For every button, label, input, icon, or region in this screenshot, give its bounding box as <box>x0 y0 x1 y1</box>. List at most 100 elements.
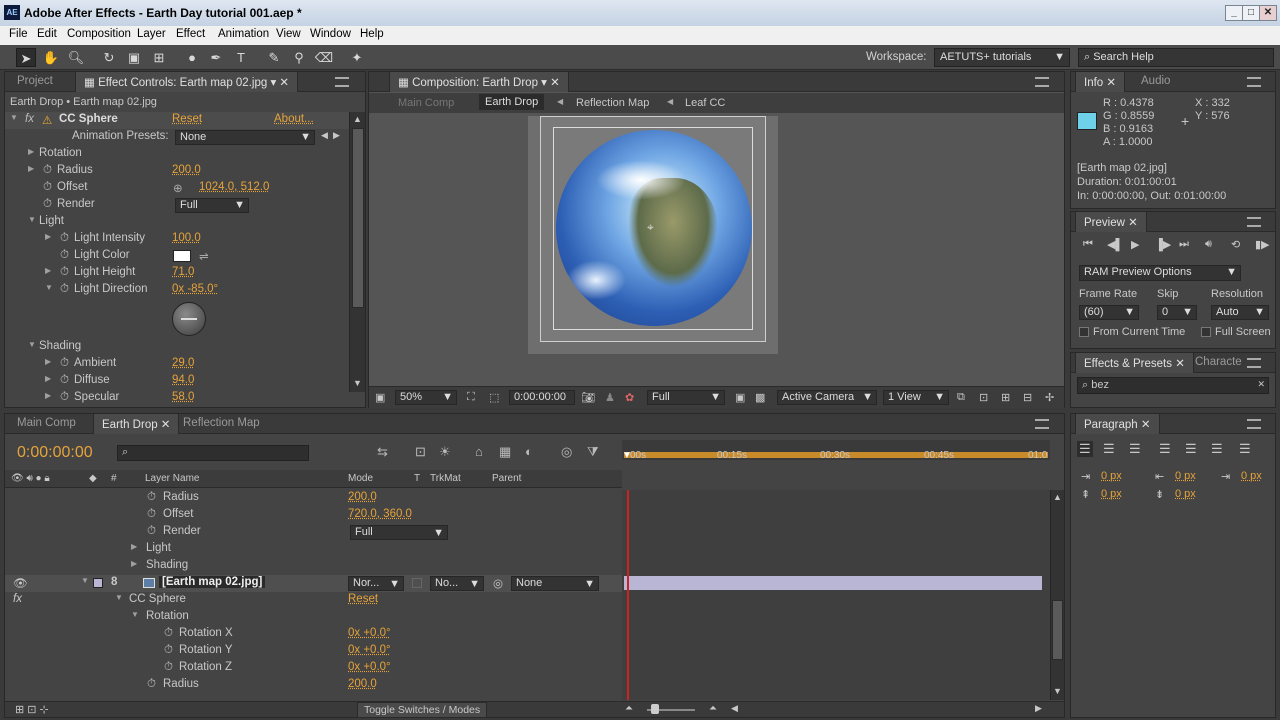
tab-character[interactable]: Characte <box>1195 356 1242 368</box>
layer-mode-select[interactable]: Nor... ▼ <box>348 576 404 591</box>
indent-right-value[interactable]: 0 px <box>1175 470 1196 482</box>
tab-effect-controls[interactable]: ▦ Effect Controls: Earth map 02.jpg ▾ ✕ <box>75 72 299 92</box>
stopwatch-icon[interactable]: ⏱ <box>164 644 173 657</box>
motion-blur-icon[interactable]: ▦ <box>499 444 511 460</box>
clone-tool-icon[interactable]: ⚲ <box>289 48 309 67</box>
minimize-button[interactable]: _ <box>1225 5 1243 21</box>
preset-prev-icon[interactable]: ◀ <box>321 130 328 141</box>
from-current-checkbox[interactable] <box>1079 327 1089 337</box>
menu-composition[interactable]: Composition <box>67 28 131 40</box>
hide-shy-icon[interactable]: ☀ <box>439 444 451 460</box>
stopwatch-icon[interactable]: ⏱ <box>60 249 69 262</box>
animation-presets-select[interactable]: None ▼ <box>175 130 315 145</box>
stopwatch-icon[interactable]: ⏱ <box>43 164 52 177</box>
panel-menu-icon[interactable] <box>1247 419 1261 429</box>
prop-light-height-value[interactable]: 71.0 <box>172 266 194 278</box>
justify-all-icon[interactable]: ☰ <box>1239 441 1251 457</box>
indent-first-value[interactable]: 0 px <box>1241 470 1262 482</box>
clear-search-icon[interactable]: ✕ <box>1257 379 1265 390</box>
light-color-swatch[interactable] <box>173 250 191 262</box>
stopwatch-icon[interactable]: ⏱ <box>164 661 173 674</box>
crumb-main-comp[interactable]: Main Comp <box>398 97 454 109</box>
menu-edit[interactable]: Edit <box>37 28 57 40</box>
frame-blending-icon[interactable]: ⌂ <box>475 444 483 459</box>
fx-icon[interactable]: fx <box>25 113 34 125</box>
tl-rotation-x-value[interactable]: 0x +0.0° <box>348 627 391 639</box>
tl-effect-reset[interactable]: Reset <box>348 593 378 605</box>
panel-menu-icon[interactable] <box>1247 217 1261 227</box>
expand-arrow-icon[interactable]: ▶ <box>131 542 137 551</box>
zoom-out-icon[interactable]: ⏶ <box>625 703 633 714</box>
expand-arrow-icon[interactable]: ▶ <box>45 357 51 366</box>
timeline-timecode[interactable]: 0:00:00:00 <box>17 444 93 462</box>
scroll-up-icon[interactable]: ▲ <box>353 114 362 124</box>
menu-view[interactable]: View <box>276 28 301 40</box>
fast-previews-icon[interactable]: ▣ <box>735 391 745 404</box>
effects-search-input[interactable]: ⌕ bez ✕ <box>1077 377 1269 394</box>
pan-behind-tool-icon[interactable]: ⊞ <box>149 48 169 67</box>
stopwatch-icon[interactable]: ⏱ <box>60 391 69 404</box>
prev-frame-icon[interactable]: ◀▌ <box>1107 238 1123 251</box>
prop-specular-value[interactable]: 58.0 <box>172 391 194 403</box>
expand-arrow-icon[interactable]: ▶ <box>45 266 51 275</box>
rotate-tool-icon[interactable]: ↻ <box>99 48 119 67</box>
timeline-scrollbar[interactable]: ▲ ▼ <box>1050 490 1064 700</box>
type-tool-icon[interactable]: T <box>231 48 251 67</box>
scroll-thumb[interactable] <box>1052 600 1063 660</box>
comp-timecode[interactable]: 0:00:00:00 <box>509 390 575 405</box>
pen-tool-icon[interactable]: ✒ <box>206 48 226 67</box>
justify-right-icon[interactable]: ☰ <box>1211 441 1223 457</box>
menu-effect[interactable]: Effect <box>176 28 205 40</box>
comp-mini-flowchart-icon[interactable]: ⇆ <box>377 444 388 460</box>
prop-light-direction-value[interactable]: 0x -85.0° <box>172 283 218 295</box>
ram-preview-icon[interactable]: ▮▶ <box>1255 238 1270 251</box>
tab-audio[interactable]: Audio <box>1141 75 1170 87</box>
justify-left-icon[interactable]: ☰ <box>1159 441 1171 457</box>
region-icon[interactable]: ⬚ <box>489 391 499 404</box>
camera-tool-icon[interactable]: ▣ <box>124 48 144 67</box>
collapse-arrow-icon[interactable]: ▼ <box>131 610 139 619</box>
menu-window[interactable]: Window <box>310 28 351 40</box>
crosshair-icon[interactable]: ⊕ <box>173 181 183 195</box>
fit-icon[interactable]: ⛶ <box>467 391 475 404</box>
expand-arrow-icon[interactable]: ▶ <box>45 374 51 383</box>
shape-tool-icon[interactable]: ● <box>182 48 202 67</box>
pick-whip-icon[interactable]: ◎ <box>493 576 503 590</box>
tl-offset-value[interactable]: 720.0, 360.0 <box>348 508 412 520</box>
prop-light-intensity-value[interactable]: 100.0 <box>172 232 201 244</box>
toggle-switches-modes-button[interactable]: Toggle Switches / Modes <box>357 702 488 718</box>
prop-offset-value[interactable]: 1024.0, 512.0 <box>199 181 269 193</box>
brainstorm-icon[interactable]: ◐ <box>525 444 533 459</box>
zoom-select[interactable]: 50% ▼ <box>395 390 457 405</box>
stopwatch-icon[interactable]: ⏱ <box>164 627 173 640</box>
stopwatch-icon[interactable]: ⏱ <box>60 357 69 370</box>
preserve-transparency-checkbox[interactable] <box>412 578 422 588</box>
stopwatch-icon[interactable]: ⏱ <box>60 232 69 245</box>
last-frame-icon[interactable]: ⏭ <box>1179 238 1189 251</box>
tab-preview[interactable]: Preview ✕ <box>1075 212 1147 232</box>
justify-center-icon[interactable]: ☰ <box>1185 441 1197 457</box>
layer-duration-bar[interactable] <box>624 576 1042 590</box>
toggle-pixel-icon[interactable]: ⧉ <box>957 391 965 404</box>
crumb-leaf-cc[interactable]: Leaf CC <box>685 97 725 109</box>
tab-main-comp[interactable]: Main Comp <box>17 417 76 429</box>
ram-preview-options-select[interactable]: RAM Preview Options ▼ <box>1079 265 1241 281</box>
layer-name[interactable]: [Earth map 02.jpg] <box>159 576 266 588</box>
tab-info[interactable]: Info ✕ <box>1075 72 1126 92</box>
tab-reflection-map[interactable]: Reflection Map <box>183 417 260 429</box>
full-screen-checkbox[interactable] <box>1201 327 1211 337</box>
resolution-preview-select[interactable]: Auto ▼ <box>1211 305 1269 320</box>
stopwatch-icon[interactable]: ⏱ <box>147 508 156 521</box>
effect-controls-scrollbar[interactable]: ▲ ▼ <box>349 112 365 392</box>
expand-icon[interactable]: ✢ <box>1045 391 1054 404</box>
collapse-arrow-icon[interactable]: ▼ <box>28 340 36 349</box>
live-update-icon[interactable]: ⧩ <box>587 444 599 460</box>
effect-about-button[interactable]: About... <box>274 113 314 125</box>
tab-paragraph[interactable]: Paragraph ✕ <box>1075 414 1160 434</box>
align-right-icon[interactable]: ☰ <box>1129 441 1141 457</box>
zoom-tool-icon[interactable]: 🔍︎ <box>66 48 86 67</box>
resolution-select[interactable]: Full ▼ <box>647 390 725 405</box>
tab-composition[interactable]: ▦ Composition: Earth Drop ▾ ✕ <box>389 72 569 92</box>
puppet-tool-icon[interactable]: ✦ <box>347 48 367 67</box>
snapshot-icon[interactable]: 📷︎ <box>581 391 595 404</box>
